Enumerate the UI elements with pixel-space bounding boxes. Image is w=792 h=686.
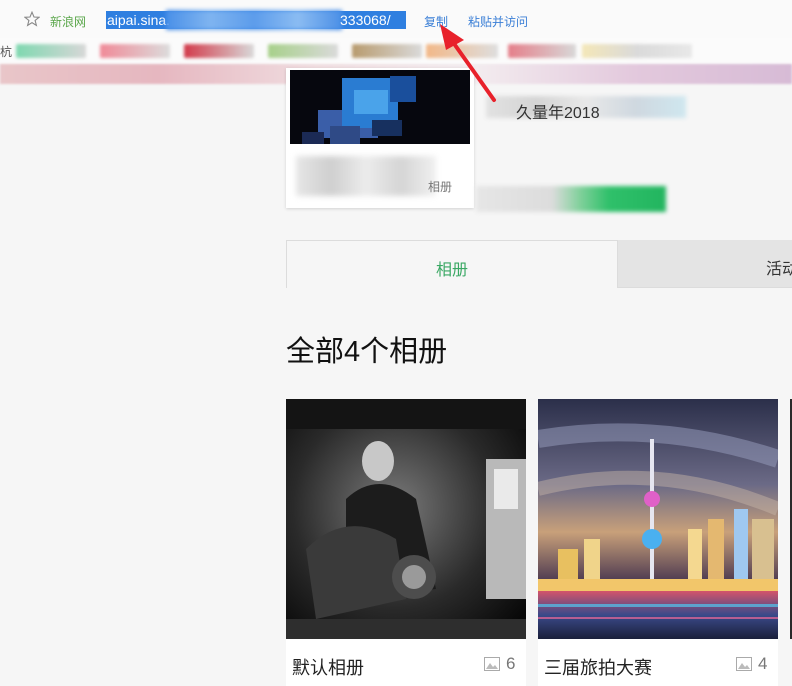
url-text-start: aipai.sina. <box>107 12 171 28</box>
album-cover-image <box>538 399 778 639</box>
album-name: 三届旅拍大赛 <box>544 658 652 678</box>
photo-icon <box>484 657 500 671</box>
album-card[interactable]: 三届旅拍大赛 4 <box>538 399 778 686</box>
url-input[interactable]: aipai.sina. 333068/ <box>100 10 410 30</box>
page-title: 全部4个相册 <box>286 336 448 368</box>
bookmark-item[interactable] <box>100 44 170 58</box>
star-icon[interactable] <box>24 11 40 27</box>
profile-stats-redacted[interactable] <box>476 186 666 212</box>
bookmark-item[interactable] <box>426 44 498 58</box>
tab-bar: 相册 活动 <box>286 240 792 288</box>
tab-activities-label: 活动 <box>766 261 792 278</box>
album-card[interactable]: 默认相册 6 <box>286 399 526 686</box>
bookmark-item[interactable] <box>268 44 338 58</box>
bookmarks-bar: 杭 <box>0 38 792 64</box>
address-bar: 新浪网 aipai.sina. 333068/ 复制 粘贴并访问 <box>0 0 792 39</box>
site-name: 新浪网 <box>50 15 87 29</box>
tab-albums[interactable]: 相册 <box>286 240 618 288</box>
album-photo-count: 6 <box>506 654 516 673</box>
profile-album-label: 相册 <box>428 180 453 194</box>
tab-albums-label: 相册 <box>435 262 468 279</box>
profile-cover-image <box>290 70 470 144</box>
bookmark-item[interactable] <box>582 44 692 58</box>
bookmark-prefix: 杭 <box>0 45 13 59</box>
bookmark-item[interactable] <box>184 44 254 58</box>
profile-card[interactable]: 相册 <box>286 68 474 208</box>
bookmark-item[interactable] <box>16 44 86 58</box>
url-redacted <box>166 10 342 30</box>
photo-icon <box>736 657 752 671</box>
album-photo-count: 4 <box>758 654 768 673</box>
copy-button[interactable]: 复制 <box>424 13 448 30</box>
album-cover-image <box>286 399 526 639</box>
profile-name: 久量年2018 <box>516 105 600 122</box>
paste-and-visit-button[interactable]: 粘贴并访问 <box>468 13 528 30</box>
bookmark-item[interactable] <box>352 44 422 58</box>
url-text-end: 333068/ <box>340 12 391 28</box>
album-name: 默认相册 <box>292 658 364 678</box>
profile-info-redacted <box>296 156 436 196</box>
bookmark-item[interactable] <box>508 44 576 58</box>
tab-activities[interactable]: 活动 <box>618 240 792 288</box>
